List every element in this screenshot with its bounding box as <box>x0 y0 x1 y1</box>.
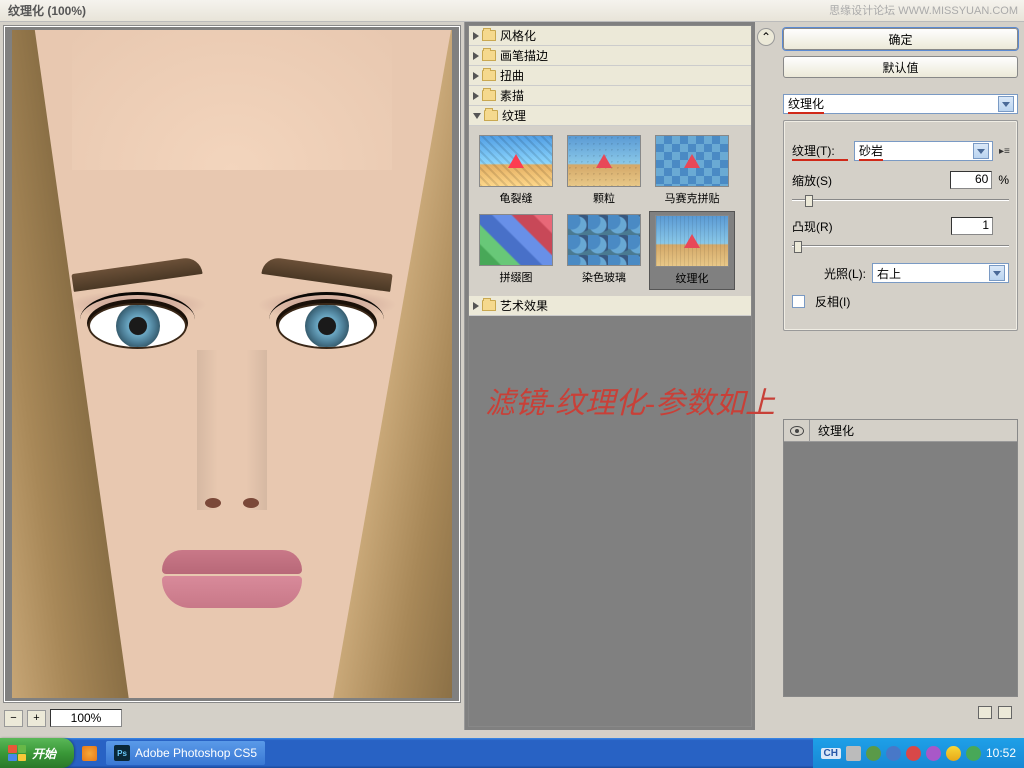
expand-icon <box>473 92 479 100</box>
folder-icon <box>482 300 496 311</box>
windows-logo-icon <box>8 745 26 761</box>
thumb-craquelure[interactable]: 龟裂缝 <box>473 132 559 209</box>
tray-icon[interactable] <box>966 746 981 761</box>
category-texture[interactable]: 纹理 <box>469 106 751 126</box>
preview-frame[interactable] <box>3 25 461 703</box>
texture-select[interactable]: 砂岩 <box>854 141 993 161</box>
expand-icon <box>473 302 479 310</box>
expand-icon <box>473 72 479 80</box>
zoom-out-button[interactable]: − <box>4 710 23 727</box>
dropdown-arrow-icon <box>1002 102 1010 107</box>
thumb-mosaic-tiles[interactable]: 马赛克拼贴 <box>649 132 735 209</box>
app-icon <box>82 746 97 761</box>
flyout-menu-icon[interactable]: ▸≡ <box>999 146 1009 157</box>
default-button[interactable]: 默认值 <box>783 56 1018 78</box>
tray-icon[interactable] <box>926 746 941 761</box>
texture-thumbnails: 龟裂缝 颗粒 马赛克拼贴 拼缀图 染色玻璃 <box>469 126 751 296</box>
scale-slider[interactable] <box>792 195 1009 207</box>
layers-footer <box>783 703 1018 721</box>
ok-button[interactable]: 确定 <box>783 28 1018 50</box>
filter-select[interactable]: 纹理化 <box>783 94 1018 114</box>
collapse-icon <box>473 113 481 119</box>
thumb-texturizer[interactable]: 纹理化 <box>649 211 735 290</box>
language-indicator[interactable]: CH <box>821 748 841 759</box>
new-effect-button[interactable] <box>978 706 992 719</box>
windows-taskbar: 开始 Ps Adobe Photoshop CS5 CH 10:52 <box>0 738 1024 768</box>
dropdown-arrow-icon <box>993 271 1001 276</box>
scale-input[interactable]: 60 <box>950 171 992 189</box>
relief-label: 凸现(R) <box>792 218 848 235</box>
category-artistic[interactable]: 艺术效果 <box>469 296 751 316</box>
photoshop-icon: Ps <box>114 745 130 761</box>
filter-select-row: 纹理化 <box>783 94 1018 114</box>
tray-icon[interactable] <box>886 746 901 761</box>
effect-layer[interactable]: 纹理化 <box>784 420 1017 442</box>
filter-gallery-column: 风格化 画笔描边 扭曲 素描 纹理 <box>465 22 755 730</box>
start-button[interactable]: 开始 <box>0 738 74 768</box>
category-brush[interactable]: 画笔描边 <box>469 46 751 66</box>
invert-checkbox[interactable] <box>792 295 805 308</box>
folder-icon <box>484 110 498 121</box>
watermark-text: 思缘设计论坛 WWW.MISSYUAN.COM <box>829 2 1018 18</box>
window-title: 纹理化 (100%) <box>8 2 86 19</box>
delete-effect-button[interactable] <box>998 706 1012 719</box>
eye-icon <box>790 426 804 436</box>
taskbar-app-photoshop[interactable]: Ps Adobe Photoshop CS5 <box>106 741 265 765</box>
clock[interactable]: 10:52 <box>986 746 1016 760</box>
category-sketch[interactable]: 素描 <box>469 86 751 106</box>
chevron-icon: ⌃ <box>761 30 771 44</box>
category-stylize[interactable]: 风格化 <box>469 26 751 46</box>
dropdown-arrow-icon <box>977 149 985 154</box>
preview-column: − + 100% <box>0 22 465 730</box>
thumb-patchwork[interactable]: 拼缀图 <box>473 211 559 290</box>
preview-image <box>12 30 452 698</box>
filter-categories: 风格化 画笔描边 扭曲 素描 纹理 <box>468 25 752 727</box>
slider-thumb[interactable] <box>805 195 813 207</box>
folder-icon <box>482 50 496 61</box>
tray-icon[interactable] <box>946 746 961 761</box>
relief-input[interactable]: 1 <box>951 217 993 235</box>
parameters-panel: 纹理(T): 砂岩 ▸≡ 缩放(S) 60 % <box>783 120 1018 331</box>
tray-icon[interactable] <box>846 746 861 761</box>
invert-label: 反相(I) <box>815 293 850 310</box>
category-distort[interactable]: 扭曲 <box>469 66 751 86</box>
main-area: − + 100% 风格化 画笔描边 扭曲 <box>0 22 1024 730</box>
zoom-in-button[interactable]: + <box>27 710 46 727</box>
slider-thumb[interactable] <box>794 241 802 253</box>
thumb-grain[interactable]: 颗粒 <box>561 132 647 209</box>
controls-column: ⌃ 确定 默认值 纹理化 纹理(T): 砂岩 <box>755 22 1024 730</box>
light-label: 光照(L): <box>824 265 866 282</box>
expand-icon <box>473 32 479 40</box>
tray-icon[interactable] <box>906 746 921 761</box>
quicklaunch-item[interactable] <box>76 741 102 765</box>
relief-slider[interactable] <box>792 241 1009 253</box>
texture-label: 纹理(T): <box>792 142 848 161</box>
zoom-value[interactable]: 100% <box>50 709 122 727</box>
expand-icon <box>473 52 479 60</box>
collapse-gallery-button[interactable]: ⌃ <box>757 28 775 46</box>
thumb-stained-glass[interactable]: 染色玻璃 <box>561 211 647 290</box>
visibility-toggle[interactable] <box>784 420 810 441</box>
scale-label: 缩放(S) <box>792 172 848 189</box>
effect-layers-panel: 纹理化 <box>783 419 1018 697</box>
tray-icon[interactable] <box>866 746 881 761</box>
annotation-text: 滤镜-纹理化-参数如上 <box>485 378 775 422</box>
folder-icon <box>482 90 496 101</box>
system-tray: CH 10:52 <box>813 738 1024 768</box>
light-select[interactable]: 右上 <box>872 263 1009 283</box>
folder-icon <box>482 30 496 41</box>
folder-icon <box>482 70 496 81</box>
controls-panel: 确定 默认值 纹理化 纹理(T): 砂岩 ▸≡ <box>777 22 1024 730</box>
preview-footer: − + 100% <box>0 706 464 730</box>
